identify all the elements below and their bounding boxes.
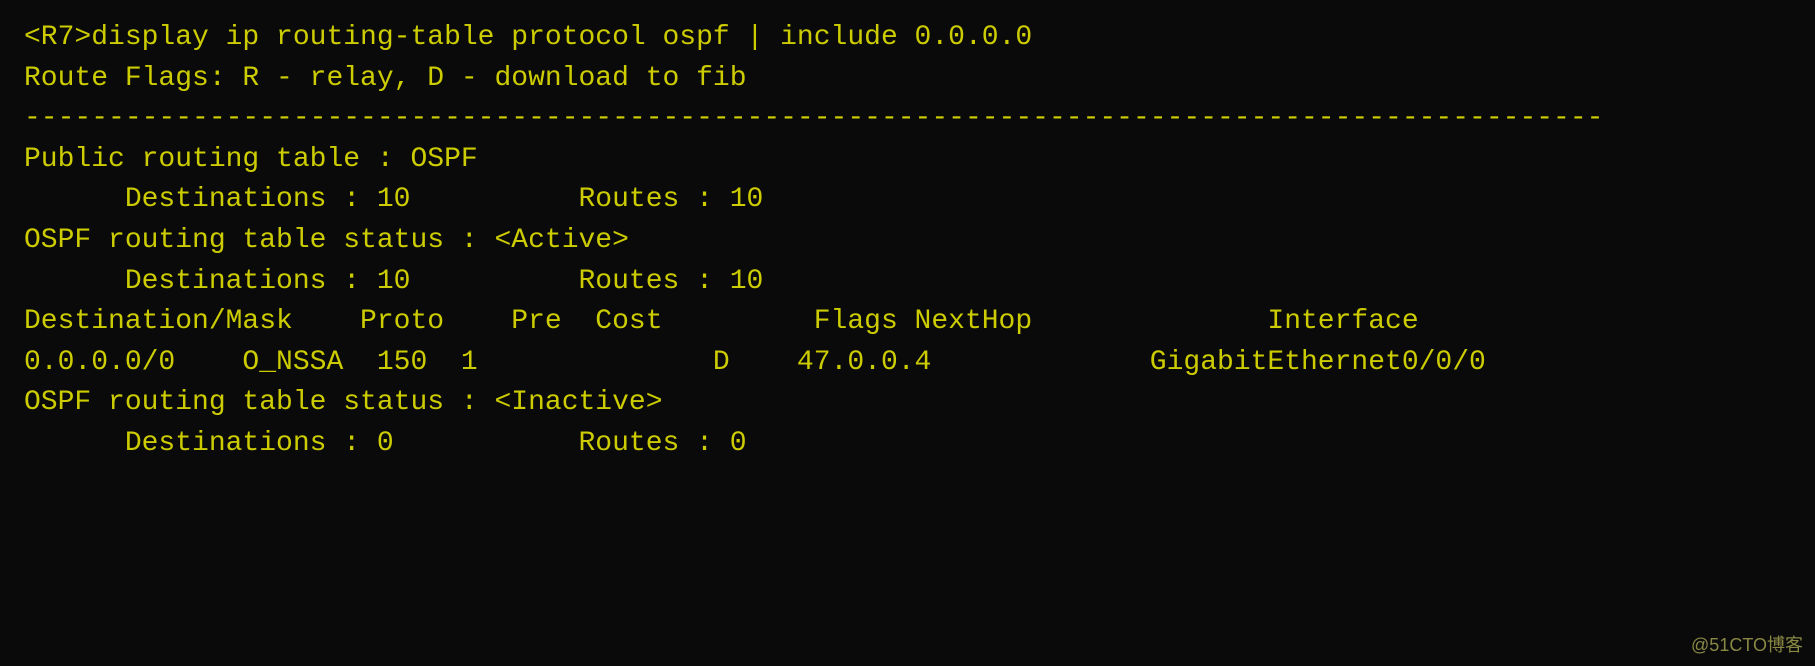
terminal-line-route-entry: 0.0.0.0/0 O_NSSA 150 1 D 47.0.0.4 Gigabi… [24,343,1791,384]
terminal-line-public-table: Public routing table : OSPF [24,140,1791,181]
terminal-line-ospf-inactive-header: OSPF routing table status : <Inactive> [24,383,1791,424]
terminal-line-public-dest: Destinations : 10 Routes : 10 [24,180,1791,221]
terminal-line-cmd: <R7>display ip routing-table protocol os… [24,18,1791,59]
terminal-line-ospf-active-dest: Destinations : 10 Routes : 10 [24,262,1791,303]
terminal-line-ospf-inactive-dest: Destinations : 0 Routes : 0 [24,424,1791,465]
terminal-line-column-header: Destination/Mask Proto Pre Cost Flags Ne… [24,302,1791,343]
terminal-line-separator: ----------------------------------------… [24,99,1791,140]
watermark-label: @51CTO博客 [1691,632,1803,658]
terminal-line-route-flags: Route Flags: R - relay, D - download to … [24,59,1791,100]
terminal-line-ospf-active-header: OSPF routing table status : <Active> [24,221,1791,262]
terminal-output: <R7>display ip routing-table protocol os… [24,18,1791,465]
